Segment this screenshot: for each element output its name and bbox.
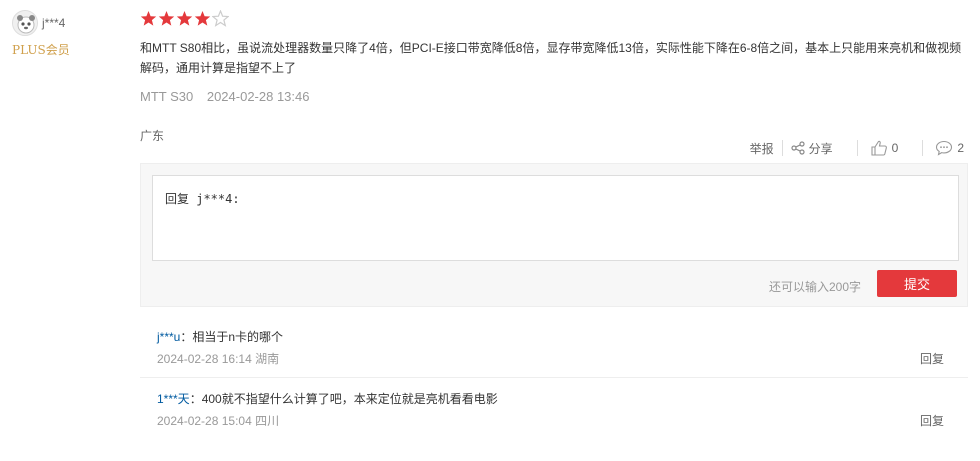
review-location: 广东 xyxy=(140,129,165,143)
review-text: 和MTT S80相比，虽说流处理器数量只降了4倍，但PCI-E接口带宽降低8倍，… xyxy=(140,41,962,75)
star-filled-icon xyxy=(176,11,193,26)
review-datetime: 2024-02-28 13:46 xyxy=(206,89,310,104)
submit-button[interactable]: 提交 xyxy=(877,270,957,297)
divider xyxy=(856,140,858,156)
reply-content: 1***天：400就不指望什么计算了吧，本来定位就是亮机看看电影 xyxy=(157,390,498,407)
divider xyxy=(922,140,924,156)
review-meta: MTT S30 2024-02-28 13:46 xyxy=(140,89,310,104)
star-empty-icon xyxy=(212,10,229,27)
like-button[interactable]: 0 xyxy=(870,139,899,157)
list-item: j***u：相当于n卡的哪个 2024-02-28 16:14 湖南 回复 xyxy=(140,316,968,378)
star-filled-icon xyxy=(140,11,157,26)
reply-button[interactable]: 回复 xyxy=(920,350,944,367)
list-item: 1***天：400就不指望什么计算了吧，本来定位就是亮机看看电影 2024-02… xyxy=(140,378,968,440)
plus-member-badge: PLUS会员 xyxy=(12,43,70,57)
star-rating xyxy=(140,10,229,28)
product-variant: MTT S30 xyxy=(140,89,194,104)
reply-textarea[interactable]: 回复 j***4: xyxy=(152,175,959,261)
reply-username[interactable]: j***u xyxy=(157,330,180,344)
reply-text: ：相当于n卡的哪个 xyxy=(180,330,284,344)
comment-button[interactable]: 2 xyxy=(935,139,964,157)
like-count: 0 xyxy=(891,141,899,155)
avatar[interactable] xyxy=(12,10,38,36)
star-filled-icon xyxy=(194,11,211,26)
star-filled-icon xyxy=(158,11,175,26)
reply-meta: 2024-02-28 16:14 湖南 xyxy=(157,350,279,367)
report-label: 举报 xyxy=(749,141,774,156)
username[interactable]: j***4 xyxy=(42,16,65,30)
reply-content: j***u：相当于n卡的哪个 xyxy=(157,328,283,345)
divider xyxy=(781,140,783,156)
comment-count: 2 xyxy=(957,141,964,155)
reply-list: j***u：相当于n卡的哪个 2024-02-28 16:14 湖南 回复 1*… xyxy=(140,316,968,440)
reply-box: 回复 j***4: 还可以输入200字 提交 xyxy=(140,163,968,307)
report-button[interactable]: 举报 xyxy=(750,140,774,157)
reply-text: ：400就不指望什么计算了吧，本来定位就是亮机看看电影 xyxy=(189,392,498,406)
reply-button[interactable]: 回复 xyxy=(920,412,944,429)
reply-meta: 2024-02-28 15:04 四川 xyxy=(157,412,279,429)
share-button[interactable]: 分享 xyxy=(791,140,833,157)
reply-username[interactable]: 1***天 xyxy=(157,392,190,406)
share-icon xyxy=(791,141,805,155)
reply-datetime: 2024-02-28 15:04 xyxy=(157,414,252,428)
comment-icon xyxy=(936,140,953,156)
reply-location: 湖南 xyxy=(255,352,280,366)
thumbs-up-icon xyxy=(871,140,887,156)
reply-datetime: 2024-02-28 16:14 xyxy=(157,352,252,366)
review-actions: 举报 分享 0 2 xyxy=(750,138,964,158)
share-label: 分享 xyxy=(808,141,833,156)
reply-location: 四川 xyxy=(255,414,280,428)
char-limit-hint: 还可以输入200字 xyxy=(768,280,861,294)
